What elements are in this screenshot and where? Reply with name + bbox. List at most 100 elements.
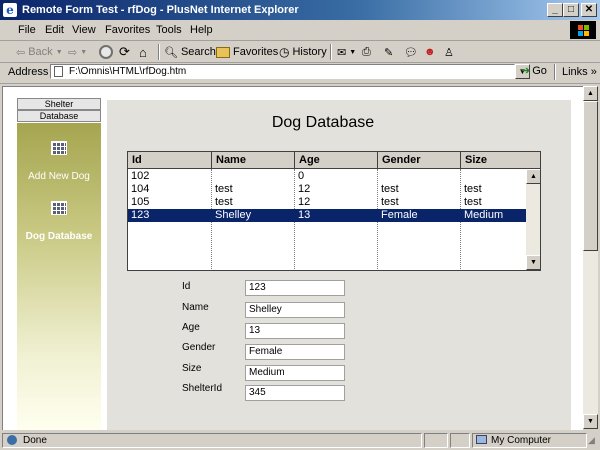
table-row[interactable]: 102 0	[128, 170, 526, 183]
history-label: History	[292, 46, 327, 58]
back-button[interactable]: ⇦ Back ▼	[16, 44, 63, 60]
table-row-selected[interactable]: 123 Shelley 13 Female Medium	[128, 209, 526, 222]
tab-database[interactable]: Database	[17, 110, 101, 122]
page-scrollbar[interactable]: ▲ ▼	[583, 86, 598, 429]
column-header-age[interactable]: Age	[295, 152, 378, 169]
refresh-button[interactable]: ⟳	[119, 44, 130, 60]
grid-icon[interactable]	[51, 141, 67, 155]
address-bar: Address F:\Omnis\HTML\rfDog.htm ▼ ➔ Go L…	[0, 62, 600, 84]
size-field[interactable]: Medium	[245, 365, 345, 381]
messenger-button[interactable]: ☻	[424, 44, 436, 60]
address-input[interactable]: F:\Omnis\HTML\rfDog.htm	[50, 64, 515, 79]
column-header-name[interactable]: Name	[212, 152, 295, 169]
chevron-down-icon: ▼	[530, 259, 537, 266]
status-panel	[450, 433, 470, 448]
links-button[interactable]: Links »	[562, 66, 597, 78]
cell-name: test	[215, 196, 233, 208]
search-button[interactable]: 🔍︎ Search	[164, 44, 216, 60]
nav-dog-database[interactable]: Dog Database	[17, 231, 101, 242]
chevron-right-icon: »	[590, 66, 597, 78]
nav-add-new-dog[interactable]: Add New Dog	[17, 171, 101, 182]
age-field[interactable]: 13	[245, 323, 345, 339]
cell-id: 102	[131, 170, 150, 182]
scroll-up-button[interactable]: ▲	[583, 86, 598, 101]
toolbar-separator	[330, 44, 332, 60]
cell-name: test	[215, 183, 233, 195]
menu-edit[interactable]: Edit	[45, 24, 64, 36]
status-bar: Done My Computer ◢	[0, 431, 600, 450]
page-icon	[54, 66, 63, 77]
messenger-icon: ☻	[424, 46, 436, 58]
table-scrollbar[interactable]: ▲ ▼	[526, 169, 540, 270]
favorites-label: Favorites	[233, 46, 279, 58]
contacts-icon: ♙	[444, 46, 454, 59]
form-panel: Dog Database Id Name Age Gender Size 102…	[107, 100, 571, 430]
form-title: Dog Database	[271, 114, 375, 131]
menu-tools[interactable]: Tools	[156, 24, 182, 36]
tab-shelter[interactable]: Shelter	[17, 98, 101, 110]
page-viewport: Shelter Database Add New Dog Dog Databas…	[2, 86, 583, 430]
edit-icon: ✎	[384, 46, 394, 59]
name-field[interactable]: Shelley	[245, 302, 345, 318]
menu-help[interactable]: Help	[190, 24, 213, 36]
maximize-button[interactable]: □	[563, 3, 579, 17]
column-header-id[interactable]: Id	[128, 152, 212, 169]
grid-icon[interactable]	[51, 201, 67, 215]
cell-gender: Female	[381, 209, 418, 221]
cell-size: test	[464, 196, 482, 208]
home-button[interactable]: ⌂	[139, 44, 147, 60]
go-arrow-icon: ➔	[521, 65, 531, 77]
history-button[interactable]: ◷ History	[279, 44, 327, 60]
scroll-down-button[interactable]: ▼	[583, 414, 598, 429]
window-title: Remote Form Test - rfDog - PlusNet Inter…	[22, 4, 299, 16]
search-icon: 🔍︎	[164, 46, 178, 59]
resize-grip-icon[interactable]: ◢	[588, 435, 595, 446]
back-label: Back	[28, 46, 53, 58]
edit-button[interactable]: ✎	[384, 44, 393, 60]
menu-file[interactable]: File	[18, 24, 36, 36]
shelterid-field[interactable]: 345	[245, 385, 345, 401]
dog-table[interactable]: Id Name Age Gender Size 102 0 104 test 1…	[127, 151, 541, 271]
chevron-up-icon: ▲	[587, 90, 594, 97]
go-button[interactable]: ➔ Go	[521, 64, 547, 78]
toolbar-separator	[158, 44, 160, 60]
cell-name: Shelley	[215, 209, 252, 221]
mail-icon: ✉	[337, 46, 347, 59]
cell-size: Medium	[464, 209, 504, 221]
chevron-down-icon: ▼	[80, 48, 88, 56]
go-label: Go	[532, 64, 547, 77]
status-panel	[424, 433, 448, 448]
stop-button[interactable]	[99, 44, 113, 60]
gender-field[interactable]: Female	[245, 344, 345, 360]
chevron-down-icon: ▼	[349, 48, 357, 56]
favorites-button[interactable]: Favorites	[216, 44, 278, 60]
scroll-up-button[interactable]: ▲	[526, 169, 540, 184]
cell-age: 0	[298, 170, 305, 182]
minimize-button[interactable]: _	[547, 3, 563, 17]
column-header-gender[interactable]: Gender	[378, 152, 461, 169]
address-value: F:\Omnis\HTML\rfDog.htm	[69, 66, 187, 77]
mail-button[interactable]: ✉ ▼	[337, 44, 356, 60]
close-button[interactable]: ✕	[581, 3, 597, 17]
cell-age: 12	[298, 196, 311, 208]
printer-icon: ⎙	[362, 45, 371, 58]
scroll-down-button[interactable]: ▼	[526, 255, 540, 270]
table-row[interactable]: 105 test 12 test test	[128, 196, 526, 209]
nav-tabs: Shelter Database	[17, 98, 101, 122]
forward-arrow-icon: ⇨	[68, 46, 78, 59]
cell-size: test	[464, 183, 482, 195]
scroll-thumb[interactable]	[583, 101, 598, 251]
toolbar: ⇦ Back ▼ ⇨ ▼ ⟳ ⌂ 🔍︎ Search Favorites ◷ H…	[0, 41, 600, 63]
zone-text: My Computer	[491, 435, 552, 446]
forward-button[interactable]: ⇨ ▼	[68, 44, 87, 60]
column-header-size[interactable]: Size	[461, 152, 540, 169]
table-row[interactable]: 104 test 12 test test	[128, 183, 526, 196]
address-label: Address	[8, 66, 49, 78]
discuss-button[interactable]: 💬︎	[404, 44, 418, 60]
status-panel-main: Done	[2, 433, 422, 448]
id-field[interactable]: 123	[245, 280, 345, 296]
print-button[interactable]: ⎙	[362, 44, 371, 60]
contacts-button[interactable]: ♙	[444, 44, 454, 60]
menu-favorites[interactable]: Favorites	[105, 24, 150, 36]
menu-view[interactable]: View	[72, 24, 96, 36]
